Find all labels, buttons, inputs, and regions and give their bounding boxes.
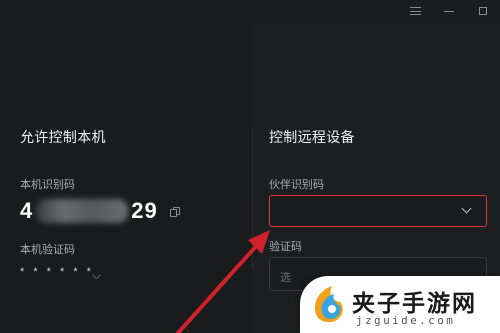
watermark-logo-icon	[314, 286, 343, 323]
partner-id-label: 伙伴识别码	[269, 179, 324, 191]
device-id-blurred	[36, 199, 129, 223]
watermark-title: 夹子手游网	[352, 291, 477, 317]
minimize-icon	[444, 10, 454, 12]
partner-id-input[interactable]	[269, 195, 487, 227]
menu-button[interactable]	[398, 0, 432, 22]
device-id-label: 本机识别码	[20, 179, 75, 191]
device-id-value[interactable]: 4 29	[20, 198, 158, 224]
device-id-prefix: 4	[20, 198, 34, 223]
copy-icon[interactable]	[170, 207, 180, 217]
verify-code-mask: * * * * * *	[20, 266, 94, 278]
allow-control-title: 允许控制本机	[20, 129, 106, 145]
verify-code-label: 本机验证码	[20, 244, 75, 256]
watermark-badge: 夹子手游网 jzguide.com	[300, 276, 500, 333]
app-window: 允许控制本机 本机识别码 4 29 本机验证码 * * * * * * ⌵ 控制…	[0, 0, 500, 333]
minimize-button[interactable]	[432, 0, 466, 22]
chevron-down-icon[interactable]	[461, 203, 472, 214]
menu-icon	[409, 7, 421, 15]
verify-code-placeholder: 选	[280, 272, 291, 284]
window-controls	[398, 0, 500, 22]
refresh-icon[interactable]: ⌵	[92, 268, 101, 283]
panel-divider	[252, 128, 253, 268]
code-label: 验证码	[269, 241, 302, 253]
watermark-url: jzguide.com	[356, 314, 456, 327]
device-id-suffix: 29	[131, 198, 158, 223]
maximize-icon	[479, 7, 487, 15]
remote-control-title: 控制远程设备	[269, 129, 355, 145]
maximize-button[interactable]	[466, 0, 500, 22]
